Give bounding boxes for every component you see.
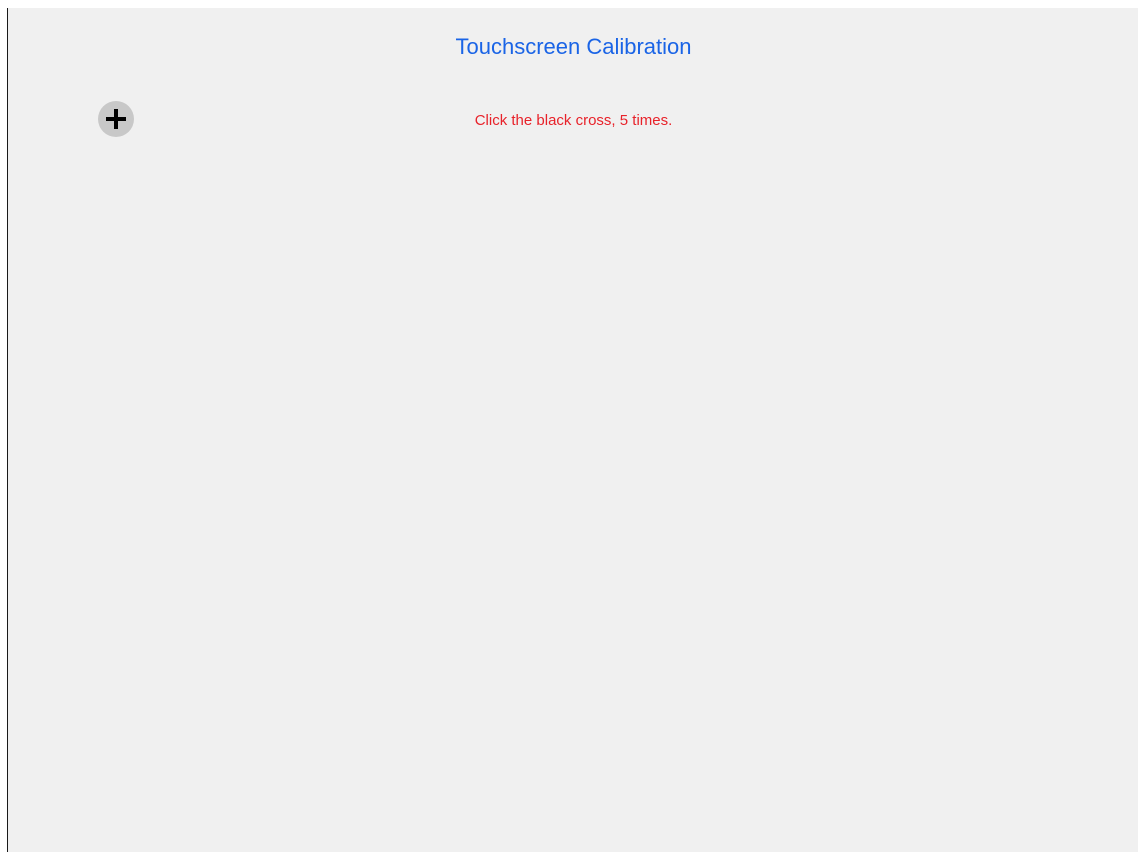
instruction-text: Click the black cross, 5 times.: [474, 112, 673, 129]
screen: Touchscreen Calibration Click the black …: [0, 0, 1138, 852]
calibration-panel: Touchscreen Calibration Click the black …: [7, 8, 1138, 852]
page-title: Touchscreen Calibration: [455, 34, 692, 59]
